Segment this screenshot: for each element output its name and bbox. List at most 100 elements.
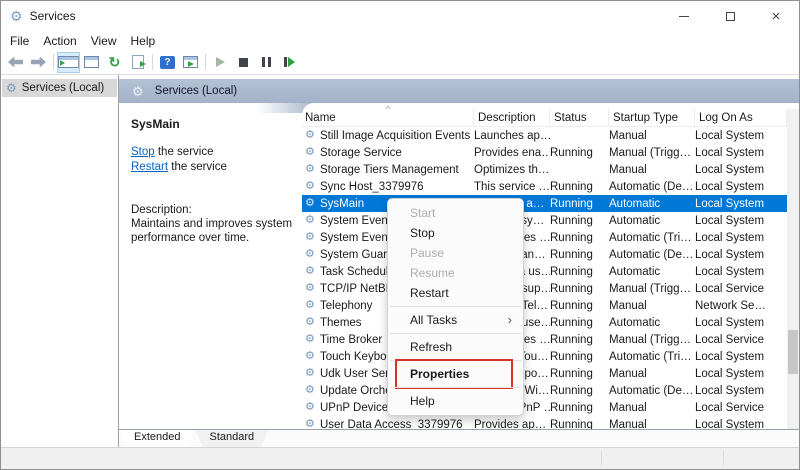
view-tabs: Extended Standard	[119, 429, 799, 447]
column-header-startup-type[interactable]: Startup Type	[609, 109, 695, 126]
service-gear-icon: ⚙	[305, 401, 315, 413]
refresh-icon: ↻	[108, 54, 121, 70]
toolbar-separator	[152, 54, 153, 70]
column-header-description[interactable]: Description	[474, 109, 550, 126]
close-icon: ×	[771, 7, 781, 25]
extended-view-icon	[183, 56, 198, 68]
maximize-button[interactable]	[707, 1, 753, 31]
properties-window-icon	[84, 56, 99, 68]
service-gear-icon: ⚙	[305, 367, 315, 379]
scrollbar-thumb[interactable]	[788, 330, 798, 374]
column-header-log-on-as[interactable]: Log On As	[695, 109, 787, 126]
start-service-button[interactable]	[210, 53, 231, 72]
context-menu-item[interactable]	[388, 357, 523, 364]
console-tree-panel: ⚙ Services (Local)	[1, 75, 119, 447]
export-list-button[interactable]	[127, 53, 148, 72]
properties-toolbar-button[interactable]	[81, 53, 102, 72]
service-row[interactable]: ⚙TCP/IP NetBIOS Helper Provides sup… Run…	[302, 280, 787, 297]
context-menu: Start Stop Pause Resume Restart All Task…	[387, 198, 524, 416]
service-row[interactable]: ⚙Task Scheduler Enables a us… Running Au…	[302, 263, 787, 280]
service-row[interactable]: ⚙UPnP Device Host Allows UPnP … Running …	[302, 399, 787, 416]
service-row[interactable]: ⚙Udk User Service_3379976 Shell compo… R…	[302, 365, 787, 382]
tab-standard[interactable]: Standard	[195, 430, 268, 447]
service-gear-icon: ⚙	[305, 350, 315, 362]
restart-service-button[interactable]	[279, 53, 300, 72]
service-row[interactable]: ⚙ Sync Host_3379976 This service … Runnin…	[302, 178, 787, 195]
context-menu-item[interactable]: Pause	[388, 243, 523, 263]
service-gear-icon: ⚙	[305, 129, 315, 141]
menu-file[interactable]: File	[3, 34, 36, 48]
service-row[interactable]: ⚙Time Broker Coordinates … Running Manua…	[302, 331, 787, 348]
back-button[interactable]	[5, 53, 26, 72]
context-menu-item[interactable]: Refresh	[388, 337, 523, 357]
service-row[interactable]: ⚙System Event Notification S… Monitors s…	[302, 212, 787, 229]
toolbar: ↻ ?	[1, 50, 799, 75]
service-row[interactable]: ⚙System Guard Runtime Mon… Monitors an… …	[302, 246, 787, 263]
context-menu-item[interactable]: Start	[388, 203, 523, 223]
context-menu-item[interactable]: All Tasks	[388, 310, 523, 330]
services-gear-icon: ⚙	[6, 81, 17, 95]
service-row[interactable]: ⚙Telephony Provides Tel… Running Manual …	[302, 297, 787, 314]
restart-link-suffix: the service	[168, 161, 227, 173]
context-menu-item[interactable]: Restart	[388, 283, 523, 303]
services-list: ^ Name Description Status Startup Type L…	[302, 103, 799, 429]
forward-button[interactable]	[28, 53, 49, 72]
back-icon	[8, 56, 23, 68]
context-menu-item[interactable]	[388, 330, 523, 337]
panel-header-gear-icon: ⚙	[132, 83, 144, 99]
services-window: ⚙ Services × File Action View Help ↻ ? ⚙…	[0, 0, 800, 470]
service-row[interactable]: ⚙Touch Keyboard and Handw… Enables Tou… …	[302, 348, 787, 365]
service-row[interactable]: ⚙ Storage Service Provides ena… Running M…	[302, 144, 787, 161]
context-menu-item[interactable]: Stop	[388, 223, 523, 243]
context-menu-item[interactable]: Resume	[388, 263, 523, 283]
menu-help[interactable]: Help	[124, 34, 163, 48]
list-header: ^ Name Description Status Startup Type L…	[302, 104, 787, 127]
service-row[interactable]: ⚙ Still Image Acquisition Events Launches…	[302, 127, 787, 144]
show-extended-view-button[interactable]	[180, 53, 201, 72]
service-gear-icon: ⚙	[305, 299, 315, 311]
status-bar-divider	[723, 451, 724, 466]
panel-header-title: Services (Local)	[154, 85, 238, 97]
service-row[interactable]: ⚙Update Orchestrator Service Manages Wi……	[302, 382, 787, 399]
description-label: Description:	[131, 204, 192, 216]
context-menu-item[interactable]: Properties	[388, 359, 523, 389]
stop-service-link[interactable]: Stop	[131, 146, 155, 158]
service-row[interactable]: ⚙Themes Provides use… Running Automatic …	[302, 314, 787, 331]
context-menu-item[interactable]: Help	[388, 391, 523, 411]
service-gear-icon: ⚙	[305, 231, 315, 243]
service-gear-icon: ⚙	[305, 163, 315, 175]
stop-icon	[239, 57, 248, 67]
service-gear-icon: ⚙	[305, 180, 315, 192]
service-action-links: Stop the service Restart the service	[131, 145, 294, 175]
restart-service-link[interactable]: Restart	[131, 161, 168, 173]
service-row[interactable]: ⚙System Events Broker Coordinates … Runn…	[302, 229, 787, 246]
context-menu-item[interactable]	[388, 303, 523, 310]
service-gear-icon: ⚙	[305, 214, 315, 226]
service-gear-icon: ⚙	[305, 418, 315, 430]
menu-view[interactable]: View	[84, 34, 124, 48]
toolbar-separator	[53, 54, 54, 70]
column-header-status[interactable]: Status	[550, 109, 609, 126]
menu-action[interactable]: Action	[36, 34, 83, 48]
stop-service-button[interactable]	[233, 53, 254, 72]
minimize-button[interactable]	[661, 1, 707, 31]
vertical-scrollbar[interactable]	[787, 109, 799, 429]
pause-icon	[262, 57, 271, 67]
help-toolbar-button[interactable]: ?	[157, 53, 178, 72]
refresh-toolbar-button[interactable]: ↻	[104, 53, 125, 72]
tree-item-services-local[interactable]: ⚙ Services (Local)	[2, 79, 117, 97]
service-row[interactable]: ⚙SysMain Maintains a… Running Automatic …	[302, 195, 787, 212]
close-button[interactable]: ×	[753, 1, 799, 31]
forward-icon	[31, 56, 46, 68]
status-bar	[1, 447, 799, 469]
pause-service-button[interactable]	[256, 53, 277, 72]
service-row[interactable]: ⚙ Storage Tiers Management Optimizes th… …	[302, 161, 787, 178]
context-menu-item[interactable]	[388, 384, 523, 391]
tab-extended[interactable]: Extended	[120, 430, 194, 447]
show-console-tree-button[interactable]	[57, 51, 80, 73]
extended-view-panel: SysMain Stop the service Restart the ser…	[119, 103, 302, 429]
service-row[interactable]: ⚙ User Data Access_3379976 Provides ap… R…	[302, 416, 787, 430]
service-gear-icon: ⚙	[305, 333, 315, 345]
sort-ascending-icon: ^	[386, 104, 391, 114]
menu-bar: File Action View Help	[1, 31, 799, 50]
